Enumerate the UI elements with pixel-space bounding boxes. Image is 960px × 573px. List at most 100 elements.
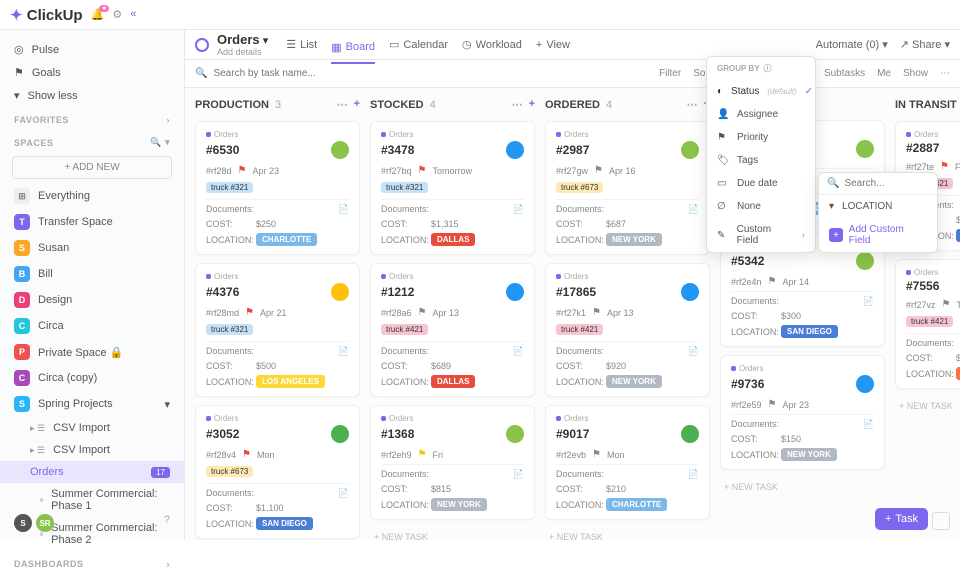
new-task-button[interactable]: + NEW TASK xyxy=(370,528,535,540)
sidebar-item-pulse[interactable]: ◎Pulse xyxy=(0,38,184,61)
priority-flag-icon[interactable]: ⚑ xyxy=(242,449,251,460)
task-card[interactable]: Orders #9736 #rf2e59⚑Apr 23 Documents:📄 … xyxy=(720,355,885,470)
documents-row[interactable]: Documents:📄 xyxy=(381,199,524,215)
location-badge[interactable]: DALLAS xyxy=(431,375,475,388)
new-task-button[interactable]: + NEW TASK xyxy=(720,478,885,496)
priority-flag-icon[interactable]: ⚑ xyxy=(768,276,777,287)
tb-filter[interactable]: Filter xyxy=(659,68,681,79)
priority-flag-icon[interactable]: ⚑ xyxy=(418,449,427,460)
assignee-avatar[interactable] xyxy=(856,140,874,158)
documents-row[interactable]: Documents:📄 xyxy=(731,414,874,430)
task-card[interactable]: Orders #1212 #rf28a6⚑Apr 13 truck #421 D… xyxy=(370,263,535,397)
task-fab[interactable]: + Task xyxy=(875,508,928,530)
task-card[interactable]: Orders #7556 #rf27vz⚑Thu truck #421 Docu… xyxy=(895,259,960,389)
tb-me[interactable]: Me xyxy=(877,68,891,79)
assignee-avatar[interactable] xyxy=(681,141,699,159)
priority-flag-icon[interactable]: ⚑ xyxy=(768,399,777,410)
task-card[interactable]: Orders #3052 #rf28v4⚑Mon truck #673 Docu… xyxy=(195,405,360,539)
documents-row[interactable]: Documents:📄 xyxy=(206,341,349,357)
task-card[interactable]: Orders #3478 #rf27bq⚑Tomorrow truck #321… xyxy=(370,121,535,255)
collapse-icon[interactable]: « xyxy=(130,8,136,21)
location-badge[interactable]: LOS ANGELES xyxy=(256,375,325,388)
documents-row[interactable]: Documents:📄 xyxy=(206,483,349,499)
search-input[interactable] xyxy=(213,68,363,79)
space-transfer-space[interactable]: TTransfer Space xyxy=(0,209,184,235)
view-board[interactable]: ▦Board xyxy=(331,32,375,64)
task-card[interactable]: Orders #2987 #rf27gw⚑Apr 16 truck #673 D… xyxy=(545,121,710,255)
list-item-orders[interactable]: Orders17 xyxy=(0,461,184,483)
more-icon[interactable]: ⋯ xyxy=(687,98,698,111)
priority-flag-icon[interactable]: ⚑ xyxy=(942,299,951,310)
location-badge[interactable]: CHARLOTTE xyxy=(606,498,667,511)
priority-flag-icon[interactable]: ⚑ xyxy=(418,165,427,176)
list-item-csv-import[interactable]: ▸ ☰CSV Import xyxy=(0,439,184,461)
task-card[interactable]: Orders #4376 #rf28md⚑Apr 21 truck #321 D… xyxy=(195,263,360,397)
view-view[interactable]: +View xyxy=(536,32,570,57)
help-icon[interactable]: ? xyxy=(164,514,170,532)
avatar[interactable]: SR xyxy=(36,514,54,532)
location-badge[interactable]: DALLAS xyxy=(431,233,475,246)
group-option-custom-field[interactable]: ✎Custom Field› xyxy=(707,218,815,252)
sidebar-item-goals[interactable]: ⚑Goals xyxy=(0,61,184,84)
priority-flag-icon[interactable]: ⚑ xyxy=(245,307,254,318)
priority-flag-icon[interactable]: ⚑ xyxy=(940,161,949,172)
location-badge[interactable]: NEW YORK xyxy=(606,233,662,246)
space-private-space---[interactable]: PPrivate Space 🔒 xyxy=(0,339,184,365)
assignee-avatar[interactable] xyxy=(331,425,349,443)
location-badge[interactable]: NEW YORK xyxy=(781,448,837,461)
notifications-icon[interactable]: 🔔● xyxy=(91,8,105,21)
space-bill[interactable]: BBill xyxy=(0,261,184,287)
view-workload[interactable]: ◷Workload xyxy=(462,32,522,57)
documents-row[interactable]: Documents:📄 xyxy=(206,199,349,215)
list-item-csv-import[interactable]: ▸ ☰CSV Import xyxy=(0,417,184,439)
priority-flag-icon[interactable]: ⚑ xyxy=(594,165,603,176)
priority-flag-icon[interactable]: ⚑ xyxy=(592,307,601,318)
priority-flag-icon[interactable]: ⚑ xyxy=(418,307,427,318)
priority-flag-icon[interactable]: ⚑ xyxy=(238,165,247,176)
space-circa--copy-[interactable]: CCirca (copy) xyxy=(0,365,184,391)
documents-row[interactable]: Documents:📄 xyxy=(556,199,699,215)
add-icon[interactable]: + xyxy=(354,98,360,111)
search-icon[interactable]: 🔍 xyxy=(195,68,207,79)
assignee-avatar[interactable] xyxy=(506,141,524,159)
task-card[interactable]: Orders #1368 #rf2eh9⚑Fri Documents:📄 COS… xyxy=(370,405,535,520)
more-icon[interactable]: ⋯ xyxy=(337,98,348,111)
documents-row[interactable]: Documents:📄 xyxy=(556,464,699,480)
task-card[interactable]: Orders #6530 #rf28d⚑Apr 23 truck #321 Do… xyxy=(195,121,360,255)
tb-show[interactable]: Show xyxy=(903,68,928,79)
location-badge[interactable]: NEW YORK xyxy=(431,498,487,511)
location-badge[interactable]: SAN DIEGO xyxy=(256,517,313,530)
add-icon[interactable]: + xyxy=(529,98,535,111)
view-calendar[interactable]: ▭Calendar xyxy=(389,32,448,57)
cf-option-location[interactable]: ▾LOCATION xyxy=(819,195,937,218)
new-task-button[interactable]: + NEW TASK xyxy=(895,397,960,415)
space-spring-projects[interactable]: SSpring Projects▾ xyxy=(0,391,184,417)
new-task-button[interactable]: + NEW TASK xyxy=(545,528,710,540)
space-circa[interactable]: CCirca xyxy=(0,313,184,339)
documents-row[interactable]: Documents:📄 xyxy=(381,464,524,480)
group-option-assignee[interactable]: 👤Assignee xyxy=(707,103,815,126)
assignee-avatar[interactable] xyxy=(506,425,524,443)
favorites-section[interactable]: FAVORITES› xyxy=(0,107,184,129)
documents-row[interactable]: Documents:📄 xyxy=(906,333,960,349)
assignee-avatar[interactable] xyxy=(681,283,699,301)
assignee-avatar[interactable] xyxy=(331,141,349,159)
group-option-tags[interactable]: 🏷Tags xyxy=(707,149,815,172)
documents-row[interactable]: Documents:📄 xyxy=(731,291,874,307)
documents-row[interactable]: Documents:📄 xyxy=(381,341,524,357)
page-subtitle[interactable]: Add details xyxy=(217,47,268,57)
sidebar-item-show-less[interactable]: ▾Show less xyxy=(0,84,184,107)
assignee-avatar[interactable] xyxy=(331,283,349,301)
add-new-button[interactable]: + ADD NEW xyxy=(12,156,172,179)
hdr-automate----[interactable]: Automate (0) ▾ xyxy=(816,38,888,51)
gear-icon[interactable]: ⚙ xyxy=(112,8,122,21)
assignee-avatar[interactable] xyxy=(856,252,874,270)
location-badge[interactable]: SAN xyxy=(956,229,960,242)
apps-icon[interactable] xyxy=(932,512,950,530)
more-icon[interactable]: ⋯ xyxy=(940,68,950,79)
group-option-status[interactable]: ◐Status(default)✓ xyxy=(707,80,815,103)
space-design[interactable]: DDesign xyxy=(0,287,184,313)
more-icon[interactable]: ⋯ xyxy=(512,98,523,111)
location-badge[interactable]: NEW YORK xyxy=(606,375,662,388)
assignee-avatar[interactable] xyxy=(681,425,699,443)
